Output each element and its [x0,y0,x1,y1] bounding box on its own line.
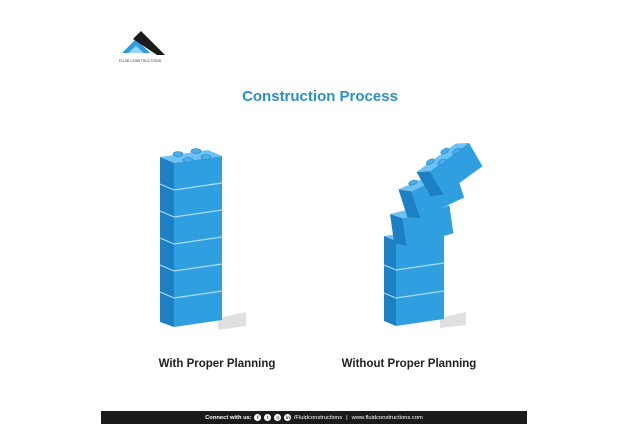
connect-label: Connect with us: [205,414,252,421]
stable-block-stack [159,148,246,330]
caption-without-planning: Without Proper Planning [341,358,477,370]
caption-with-planning: With Proper Planning [158,358,276,370]
instagram-icon[interactable]: ◎ [274,414,282,421]
twitter-icon[interactable]: t [264,414,272,421]
footer-separator: | [346,414,348,421]
facebook-icon[interactable]: f [254,414,262,421]
footer-bar: Connect with us: f t ◎ in /Fluidconstruc… [101,411,527,424]
unstable-block-stack [383,142,483,328]
linkedin-icon[interactable]: in [284,414,292,421]
website-link[interactable]: www.fluidconstructions.com [352,415,423,421]
stack-shadow [218,312,246,330]
social-handle[interactable]: /Fluidconstructions [294,415,342,421]
